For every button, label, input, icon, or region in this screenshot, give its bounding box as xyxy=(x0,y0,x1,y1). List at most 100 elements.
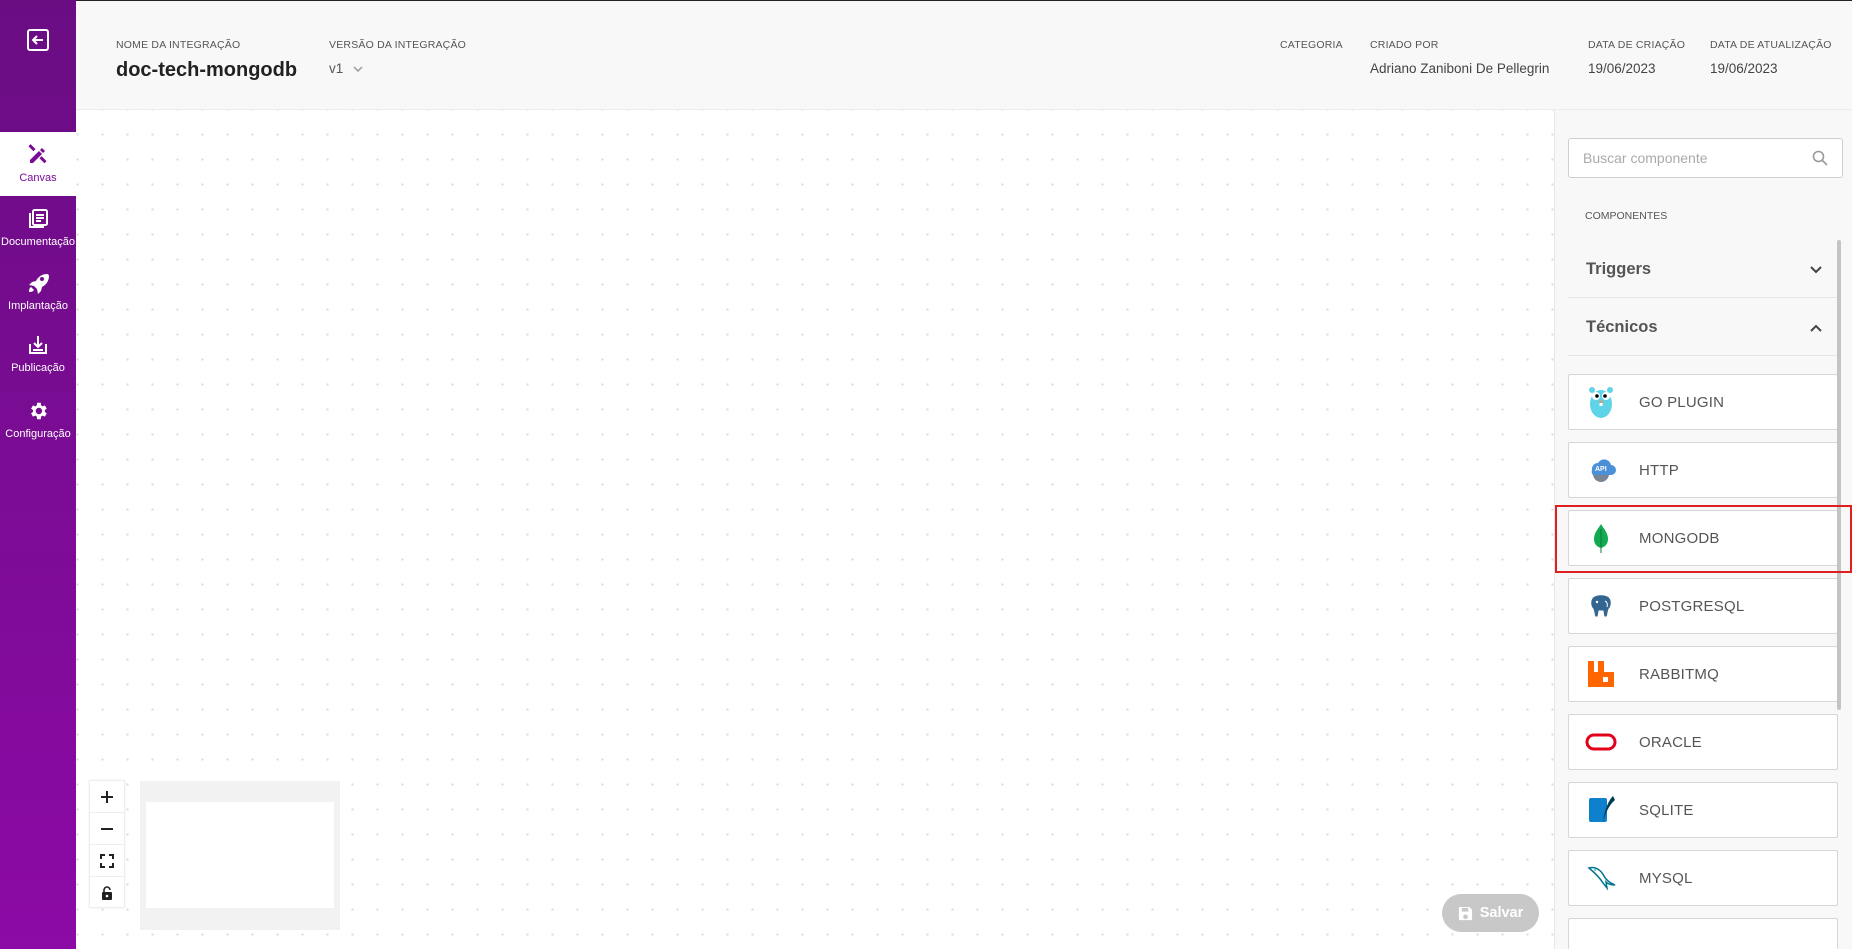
component-name: POSTGRESQL xyxy=(1639,597,1745,615)
created-by-field: CRIADO POR Adriano Zaniboni De Pellegrin xyxy=(1370,39,1549,76)
sidebar-item-label: Implantação xyxy=(8,300,68,312)
chevron-up-icon xyxy=(1810,324,1822,332)
rabbitmq-icon xyxy=(1588,661,1614,687)
component-oracle[interactable]: ORACLE xyxy=(1568,714,1838,770)
sidebar-item-publicacao[interactable]: Publicação xyxy=(0,334,76,374)
lock-button[interactable] xyxy=(90,877,124,909)
component-name: MYSQL xyxy=(1639,869,1693,887)
category-field: CATEGORIA xyxy=(1280,39,1343,51)
integration-name-value: doc-tech-mongodb xyxy=(116,59,298,81)
exit-icon xyxy=(27,29,49,51)
component-icon-wrapper xyxy=(1583,860,1619,896)
component-go-plugin[interactable]: GO PLUGIN xyxy=(1568,374,1838,430)
component-icon-wrapper xyxy=(1583,520,1619,556)
sidebar-item-label: Canvas xyxy=(19,172,57,184)
created-date-field: DATA DE CRIAÇÃO 19/06/2023 xyxy=(1588,39,1685,76)
chevron-down-icon xyxy=(353,65,363,72)
version-select[interactable]: v1 xyxy=(329,61,466,76)
components-section-title: COMPONENTES xyxy=(1585,210,1668,222)
sidebar-item-label: Configuração xyxy=(5,428,71,440)
component-name: RABBITMQ xyxy=(1639,665,1719,683)
updated-date-field: DATA DE ATUALIZAÇÃO 19/06/2023 xyxy=(1710,39,1832,76)
sqlite-icon xyxy=(1589,796,1615,822)
component-name: SQLITE xyxy=(1639,801,1694,819)
component-icon-wrapper xyxy=(1583,656,1619,692)
sidebar-top xyxy=(0,0,76,131)
component-search-input[interactable] xyxy=(1583,150,1812,166)
save-button[interactable]: Salvar xyxy=(1442,894,1539,932)
zoom-controls xyxy=(89,780,125,908)
sidebar-item-label: Publicação xyxy=(11,362,65,374)
component-mongodb[interactable]: MONGODB xyxy=(1568,510,1838,566)
sidebar: Canvas Documentação Implantação Publicaç… xyxy=(0,0,76,949)
minimap[interactable] xyxy=(140,781,340,930)
search-icon[interactable] xyxy=(1812,150,1828,166)
sidebar-item-documentacao[interactable]: Documentação xyxy=(0,208,76,248)
integration-version-field: VERSÃO DA INTEGRAÇÃO v1 xyxy=(329,39,466,76)
component-name: GO PLUGIN xyxy=(1639,393,1725,411)
integration-editor: Canvas Documentação Implantação Publicaç… xyxy=(0,0,1852,949)
sidebar-item-configuracao[interactable]: Configuração xyxy=(0,400,76,440)
api-cloud-icon: API xyxy=(1591,459,1616,482)
component-rabbitmq[interactable]: RABBITMQ xyxy=(1568,646,1838,702)
components-scrollbar[interactable] xyxy=(1837,240,1841,710)
created-by-value: Adriano Zaniboni De Pellegrin xyxy=(1370,61,1550,76)
created-by-label: CRIADO POR xyxy=(1370,39,1439,51)
download-tray-icon xyxy=(29,336,47,354)
integration-header: NOME DA INTEGRAÇÃO doc-tech-mongodb VERS… xyxy=(76,0,1852,110)
component-next-partial[interactable] xyxy=(1568,918,1838,949)
component-icon-wrapper: API xyxy=(1583,452,1619,488)
created-date-value: 19/06/2023 xyxy=(1588,61,1656,76)
plus-icon xyxy=(101,790,113,803)
component-sqlite[interactable]: SQLITE xyxy=(1568,782,1838,838)
integration-name-label: NOME DA INTEGRAÇÃO xyxy=(116,39,241,51)
component-name: ORACLE xyxy=(1639,733,1702,751)
floppy-disk-icon xyxy=(1458,906,1472,920)
group-title: Triggers xyxy=(1586,260,1652,278)
svg-text:API: API xyxy=(1595,466,1607,473)
flow-canvas[interactable]: Salvar xyxy=(76,110,1554,949)
exit-button[interactable] xyxy=(24,26,52,54)
sidebar-item-implantacao[interactable]: Implantação xyxy=(0,272,76,312)
pencil-ruler-icon xyxy=(28,144,47,164)
version-value: v1 xyxy=(329,61,344,76)
components-panel: COMPONENTES Triggers Técnicos xyxy=(1554,110,1852,949)
component-icon-wrapper xyxy=(1583,724,1619,760)
gopher-icon xyxy=(1589,387,1613,418)
component-icon-wrapper xyxy=(1583,792,1619,828)
updated-date-label: DATA DE ATUALIZAÇÃO xyxy=(1710,39,1832,51)
category-label: CATEGORIA xyxy=(1280,39,1343,51)
unlock-icon xyxy=(102,886,112,900)
minus-icon xyxy=(101,827,113,830)
zoom-out-button[interactable] xyxy=(90,813,124,845)
postgresql-elephant-icon xyxy=(1590,594,1612,618)
integration-version-label: VERSÃO DA INTEGRAÇÃO xyxy=(329,39,467,51)
book-icon xyxy=(29,209,48,228)
component-http[interactable]: API HTTP xyxy=(1568,442,1838,498)
group-title: Técnicos xyxy=(1586,318,1658,336)
save-label: Salvar xyxy=(1479,905,1524,921)
integration-name-field: NOME DA INTEGRAÇÃO doc-tech-mongodb xyxy=(116,39,297,82)
group-triggers[interactable]: Triggers xyxy=(1568,242,1838,298)
sidebar-item-label: Documentação xyxy=(1,236,75,248)
gear-icon xyxy=(31,402,47,420)
created-date-label: DATA DE CRIAÇÃO xyxy=(1588,39,1686,51)
updated-date-value: 19/06/2023 xyxy=(1710,61,1778,76)
component-mysql[interactable]: MYSQL xyxy=(1568,850,1838,906)
component-name: MONGODB xyxy=(1639,529,1720,547)
fit-view-icon xyxy=(100,853,114,868)
component-icon-wrapper xyxy=(1583,588,1619,624)
mysql-dolphin-icon xyxy=(1587,866,1616,891)
sidebar-item-canvas[interactable]: Canvas xyxy=(0,132,76,196)
mongodb-leaf-icon xyxy=(1594,524,1608,553)
group-tecnicos[interactable]: Técnicos xyxy=(1568,300,1838,356)
fit-view-button[interactable] xyxy=(90,845,124,877)
component-search xyxy=(1568,138,1843,178)
component-postgresql[interactable]: POSTGRESQL xyxy=(1568,578,1838,634)
oracle-icon xyxy=(1585,733,1617,751)
component-name: HTTP xyxy=(1639,461,1679,479)
zoom-in-button[interactable] xyxy=(90,781,124,813)
minimap-viewport xyxy=(146,802,334,908)
component-icon-wrapper xyxy=(1583,384,1619,420)
chevron-down-icon xyxy=(1810,265,1822,273)
